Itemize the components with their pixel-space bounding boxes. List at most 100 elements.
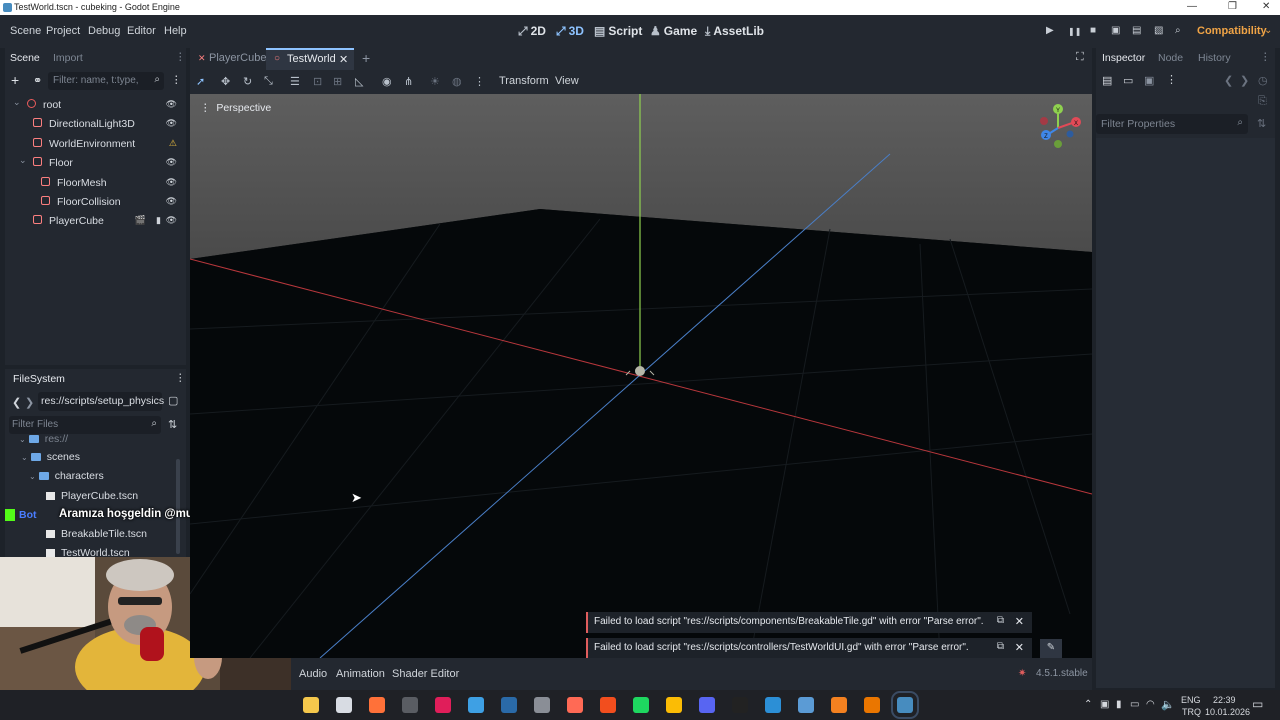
- network-icon[interactable]: ▭: [1130, 699, 1139, 710]
- tab-import[interactable]: Import: [53, 52, 83, 64]
- play-icon[interactable]: ▶: [1046, 25, 1054, 36]
- scene-tree-row[interactable]: FloorCollision 👁: [5, 193, 186, 212]
- menu-scene[interactable]: Scene: [10, 25, 41, 37]
- scene-tree-row[interactable]: DirectionalLight3D 👁: [5, 115, 186, 134]
- view-menu[interactable]: View: [555, 75, 579, 87]
- list-item[interactable]: PlayerCube.tscn: [46, 490, 138, 502]
- ruler-icon[interactable]: ◺: [355, 75, 363, 88]
- app-orange-taskbar-icon[interactable]: [567, 697, 583, 713]
- tray-chevron-icon[interactable]: ⌃: [1084, 699, 1092, 710]
- open-scene-icon[interactable]: 🎬: [135, 215, 146, 226]
- app-blue-taskbar-icon[interactable]: [468, 697, 484, 713]
- pause-icon[interactable]: ❚❚: [1068, 27, 1081, 36]
- visibility-eye-icon[interactable]: 👁: [166, 99, 177, 110]
- script-attached-icon[interactable]: ▮: [156, 215, 161, 226]
- menu-editor[interactable]: Editor: [127, 25, 156, 37]
- minimize-button[interactable]: —: [1187, 1, 1197, 12]
- tab-shader-editor[interactable]: Shader Editor: [392, 668, 459, 680]
- select-tool-icon[interactable]: ➚: [196, 75, 205, 88]
- update-spinner-icon[interactable]: ✷: [1018, 668, 1026, 679]
- filter-files-input[interactable]: Filter Files ⌕: [9, 416, 161, 434]
- lock-icon[interactable]: ⊡: [313, 75, 322, 88]
- renderer-selector[interactable]: Compatibility: [1197, 25, 1267, 37]
- menu-project[interactable]: Project: [46, 25, 80, 37]
- visibility-eye-icon[interactable]: 👁: [166, 157, 177, 168]
- object-history-icon[interactable]: ◷: [1258, 74, 1268, 87]
- dock-menu-icon[interactable]: ⋮: [175, 51, 186, 63]
- notifications-icon[interactable]: ▭: [1252, 697, 1263, 711]
- workspace-game-button[interactable]: ♟ Game: [650, 24, 697, 38]
- viewport-canvas[interactable]: [190, 94, 1092, 658]
- chevron-down-icon[interactable]: ⌄: [1264, 25, 1272, 36]
- axis-gizmo[interactable]: Y X Z: [1036, 102, 1086, 154]
- workspace-script-button[interactable]: ▤ Script: [594, 24, 642, 38]
- workspace-2d-button[interactable]: ⤢ 2D: [518, 24, 546, 39]
- forward-icon[interactable]: ❯: [25, 396, 34, 409]
- link-icon[interactable]: ⚭: [33, 74, 42, 87]
- distraction-free-icon[interactable]: ⛶: [1076, 51, 1084, 64]
- close-icon[interactable]: ✕: [1015, 615, 1024, 628]
- cloud-taskbar-icon[interactable]: [831, 697, 847, 713]
- movie-icon[interactable]: ▤: [1132, 25, 1141, 36]
- rotate-tool-icon[interactable]: ↻: [243, 75, 252, 88]
- sort-icon[interactable]: ⇅: [168, 418, 177, 431]
- chrome-taskbar-icon[interactable]: [666, 697, 682, 713]
- save-icon[interactable]: ▣: [1144, 74, 1154, 87]
- copy-icon[interactable]: ⧉: [997, 641, 1004, 652]
- visibility-eye-icon[interactable]: 👁: [166, 177, 177, 188]
- sun-preview-icon[interactable]: ☀: [430, 75, 440, 88]
- keyboard-layout[interactable]: TRQ: [1182, 707, 1201, 717]
- list-item[interactable]: ⌄ characters: [29, 470, 104, 482]
- filter-properties-input[interactable]: Filter Properties ⌕: [1096, 114, 1248, 134]
- split-view-icon[interactable]: ▢: [168, 394, 178, 407]
- path-field[interactable]: res://scripts/setup_physics: [38, 392, 164, 411]
- language-indicator[interactable]: ENG: [1181, 695, 1201, 705]
- dock-menu-icon[interactable]: ⋮: [175, 372, 186, 384]
- scene-filter-input[interactable]: Filter: name, t:type, ⌕: [48, 72, 164, 90]
- obs-taskbar-icon[interactable]: [402, 697, 418, 713]
- warning-icon[interactable]: ⚠: [169, 138, 177, 149]
- scene-tree-row[interactable]: ⌄ Floor 👁: [5, 154, 186, 173]
- spotify-taskbar-icon[interactable]: [633, 697, 649, 713]
- unity-taskbar-icon[interactable]: [534, 697, 550, 713]
- list-item[interactable]: BreakableTile.tscn: [46, 528, 147, 540]
- tab-node[interactable]: Node: [1158, 52, 1183, 64]
- clock-taskbar-icon[interactable]: [336, 697, 352, 713]
- app-a-taskbar-icon[interactable]: [798, 697, 814, 713]
- visibility-eye-icon[interactable]: 👁: [166, 215, 177, 226]
- open-folder-icon[interactable]: ▭: [1123, 74, 1133, 87]
- tab-testworld[interactable]: ○ TestWorld ✕: [266, 48, 354, 70]
- list-item[interactable]: ⌄ scenes: [21, 451, 80, 463]
- environment-preview-icon[interactable]: ◍: [452, 75, 462, 88]
- wifi-icon[interactable]: ◠: [1146, 699, 1155, 710]
- visibility-eye-icon[interactable]: 👁: [166, 196, 177, 207]
- close-window-button[interactable]: ✕: [1262, 1, 1270, 12]
- tab-audio[interactable]: Audio: [299, 668, 327, 680]
- tab-scene[interactable]: Scene: [10, 52, 40, 64]
- godot-taskbar-icon[interactable]: [891, 691, 919, 719]
- close-tab-icon[interactable]: ✕: [339, 53, 348, 66]
- file-explorer-taskbar-icon[interactable]: [303, 697, 319, 713]
- more-icon[interactable]: ⋮: [1166, 73, 1177, 86]
- vscode-taskbar-icon[interactable]: [765, 697, 781, 713]
- clock-time[interactable]: 22:39: [1213, 695, 1236, 705]
- volume-icon[interactable]: 🔈: [1161, 698, 1175, 711]
- scene-options-icon[interactable]: ⋮: [171, 74, 182, 86]
- restore-button[interactable]: ❐: [1228, 1, 1237, 12]
- figma-taskbar-icon[interactable]: [600, 697, 616, 713]
- list-item[interactable]: ⌄ res://: [19, 433, 68, 445]
- tab-inspector[interactable]: Inspector: [1102, 52, 1145, 64]
- steam-taskbar-icon[interactable]: [501, 697, 517, 713]
- local-space-icon[interactable]: ◉: [382, 75, 392, 88]
- new-resource-icon[interactable]: ▤: [1102, 74, 1112, 87]
- discord-taskbar-icon[interactable]: [699, 697, 715, 713]
- stop-icon[interactable]: ■: [1090, 25, 1096, 36]
- dock-menu-icon[interactable]: ⋮: [1260, 51, 1271, 63]
- firefox-taskbar-icon[interactable]: [369, 697, 385, 713]
- microphone-icon[interactable]: ▮: [1116, 699, 1122, 710]
- add-node-icon[interactable]: +: [11, 72, 19, 88]
- visibility-eye-icon[interactable]: 👁: [166, 118, 177, 129]
- tab-animation[interactable]: Animation: [336, 668, 385, 680]
- tray-app-icon[interactable]: ▣: [1100, 699, 1109, 710]
- list-select-icon[interactable]: ☰: [290, 75, 300, 88]
